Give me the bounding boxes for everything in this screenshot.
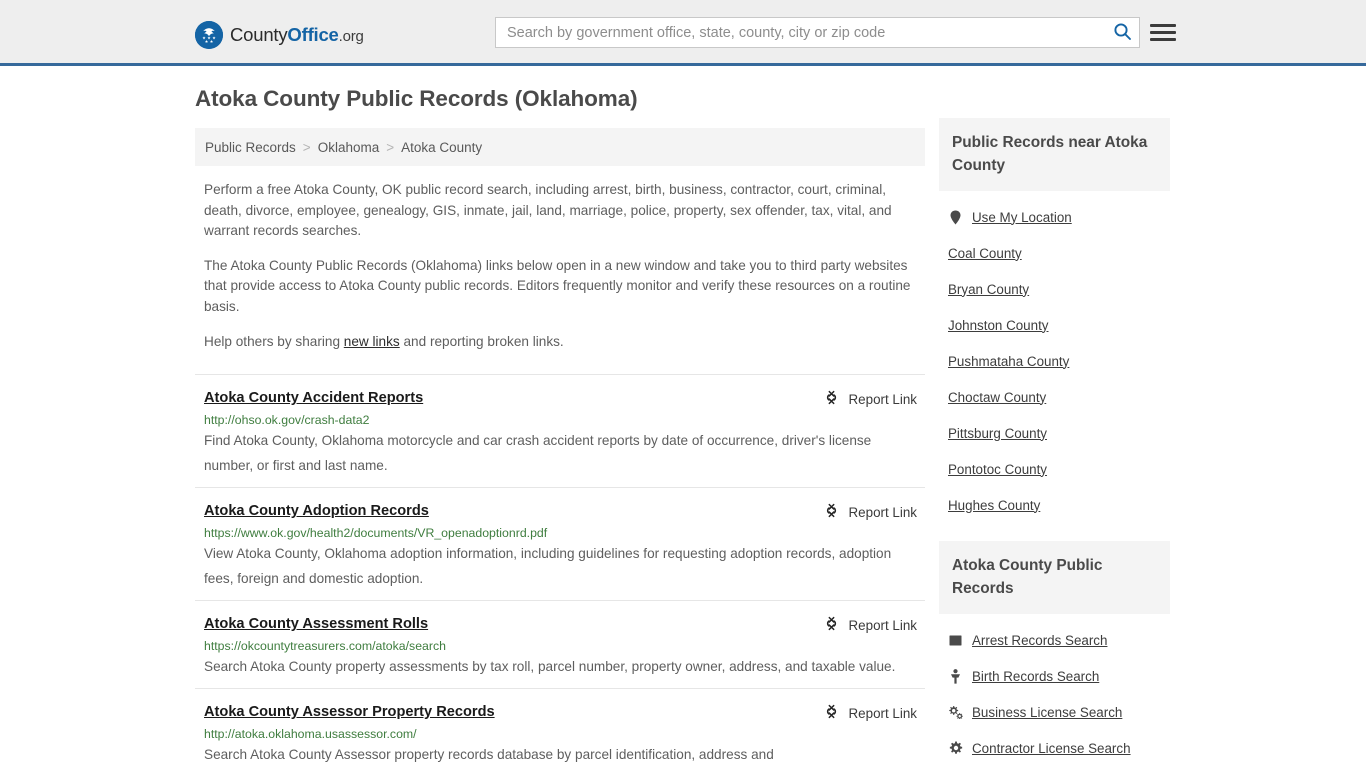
record-description: View Atoka County, Oklahoma adoption inf… bbox=[204, 546, 892, 587]
gears-icon bbox=[948, 705, 963, 719]
panel-heading: Atoka County Public Records bbox=[939, 541, 1170, 614]
fingerprint-square-icon bbox=[948, 634, 963, 647]
sidebar-item-pittsburg-county[interactable]: Pittsburg County bbox=[939, 415, 1170, 451]
record-url[interactable]: https://okcountytreasurers.com/atoka/sea… bbox=[204, 639, 925, 653]
baby-icon bbox=[948, 668, 963, 684]
broken-link-icon bbox=[823, 615, 840, 635]
record-item: Atoka County Accident Reports http://ohs… bbox=[195, 374, 925, 487]
panel-public-records-near: Public Records near Atoka County Use My … bbox=[939, 118, 1170, 523]
sidebar-link-label[interactable]: Business License Search bbox=[972, 705, 1122, 720]
map-pin-icon bbox=[948, 210, 963, 225]
record-url[interactable]: http://atoka.oklahoma.usassessor.com/ bbox=[204, 727, 925, 741]
report-link-label: Report Link bbox=[848, 391, 917, 407]
brand-part-office: Office bbox=[287, 24, 339, 45]
breadcrumb-item-atoka-county: Atoka County bbox=[401, 139, 483, 155]
report-link-button[interactable]: Report Link bbox=[823, 703, 917, 723]
sidebar-link-label[interactable]: Coal County bbox=[948, 246, 1022, 261]
eagle-seal-logo-icon bbox=[195, 21, 223, 49]
panel-atoka-county-public-records: Atoka County Public Records Arrest Recor… bbox=[939, 541, 1170, 768]
help-line-before: Help others by sharing bbox=[204, 333, 344, 349]
record-title-link[interactable]: Atoka County Assessor Property Records bbox=[204, 704, 495, 720]
sidebar-link-label[interactable]: Johnston County bbox=[948, 318, 1049, 333]
report-link-button[interactable]: Report Link bbox=[823, 389, 917, 409]
menu-bar-3 bbox=[1150, 37, 1176, 41]
site-logo[interactable]: CountyOffice.org bbox=[195, 21, 364, 49]
menu-bar-1 bbox=[1150, 23, 1176, 27]
sidebar-item-pushmataha-county[interactable]: Pushmataha County bbox=[939, 343, 1170, 379]
sidebar-item-hughes-county[interactable]: Hughes County bbox=[939, 487, 1170, 523]
sidebar-link-label[interactable]: Pontotoc County bbox=[948, 462, 1047, 477]
hamburger-menu-icon[interactable] bbox=[1150, 19, 1176, 45]
sidebar-link-label[interactable]: Pushmataha County bbox=[948, 354, 1069, 369]
brand-part-county: County bbox=[230, 24, 288, 45]
sidebar: Public Records near Atoka County Use My … bbox=[939, 118, 1170, 768]
sidebar-link-label[interactable]: Contractor License Search bbox=[972, 741, 1131, 756]
sidebar-item-arrest-records-search[interactable]: Arrest Records Search bbox=[939, 622, 1170, 658]
record-title-link[interactable]: Atoka County Adoption Records bbox=[204, 503, 429, 519]
help-line: Help others by sharing new links and rep… bbox=[204, 332, 918, 353]
report-link-label: Report Link bbox=[848, 617, 917, 633]
search-button[interactable] bbox=[1105, 18, 1139, 47]
intro-paragraph-2: The Atoka County Public Records (Oklahom… bbox=[204, 257, 911, 314]
sidebar-item-business-license-search[interactable]: Business License Search bbox=[939, 694, 1170, 730]
record-item: Atoka County Adoption Records https://ww… bbox=[195, 487, 925, 600]
help-line-after: and reporting broken links. bbox=[399, 333, 564, 349]
breadcrumb-item-oklahoma[interactable]: Oklahoma bbox=[318, 140, 380, 155]
site-header: CountyOffice.org bbox=[0, 0, 1366, 66]
record-item: Atoka County Assessment Rolls https://ok… bbox=[195, 600, 925, 688]
report-link-label: Report Link bbox=[848, 504, 917, 520]
record-url[interactable]: http://ohso.ok.gov/crash-data2 bbox=[204, 413, 925, 427]
breadcrumb-separator: > bbox=[302, 139, 311, 155]
panel-body: Use My Location Coal County Bryan County… bbox=[939, 191, 1170, 523]
intro-paragraph-1: Perform a free Atoka County, OK public r… bbox=[204, 182, 892, 239]
record-description: Find Atoka County, Oklahoma motorcycle a… bbox=[204, 433, 872, 474]
sidebar-link-label[interactable]: Bryan County bbox=[948, 282, 1029, 297]
record-description: Search Atoka County property assessments… bbox=[204, 659, 896, 675]
page-title: Atoka County Public Records (Oklahoma) bbox=[195, 86, 638, 111]
sidebar-item-coal-county[interactable]: Coal County bbox=[939, 235, 1170, 271]
record-url[interactable]: https://www.ok.gov/health2/documents/VR_… bbox=[204, 526, 925, 540]
sidebar-item-contractor-license-search[interactable]: Contractor License Search bbox=[939, 730, 1170, 766]
main-content: Atoka County Public Records (Oklahoma) P… bbox=[195, 86, 925, 768]
search-bar[interactable] bbox=[495, 17, 1140, 48]
new-links-link[interactable]: new links bbox=[344, 334, 400, 349]
broken-link-icon bbox=[823, 502, 840, 522]
site-logo-text: CountyOffice.org bbox=[230, 24, 364, 46]
broken-link-icon bbox=[823, 703, 840, 723]
broken-link-icon bbox=[823, 389, 840, 409]
sidebar-link-label[interactable]: Pittsburg County bbox=[948, 426, 1047, 441]
search-input[interactable] bbox=[496, 18, 1105, 47]
record-description: Search Atoka County Assessor property re… bbox=[204, 747, 774, 763]
record-item: Atoka County Assessor Property Records h… bbox=[195, 688, 925, 768]
menu-bar-2 bbox=[1150, 30, 1176, 34]
sidebar-item-johnston-county[interactable]: Johnston County bbox=[939, 307, 1170, 343]
report-link-button[interactable]: Report Link bbox=[823, 615, 917, 635]
sidebar-item-bryan-county[interactable]: Bryan County bbox=[939, 271, 1170, 307]
breadcrumb-item-public-records[interactable]: Public Records bbox=[205, 140, 296, 155]
sidebar-item-pontotoc-county[interactable]: Pontotoc County bbox=[939, 451, 1170, 487]
sidebar-link-label[interactable]: Hughes County bbox=[948, 498, 1040, 513]
gear-icon bbox=[948, 741, 963, 755]
panel-body: Arrest Records Search Birth Records Sear… bbox=[939, 614, 1170, 768]
search-icon bbox=[1113, 22, 1132, 44]
sidebar-item-choctaw-county[interactable]: Choctaw County bbox=[939, 379, 1170, 415]
sidebar-link-label[interactable]: Arrest Records Search bbox=[972, 633, 1107, 648]
record-title-link[interactable]: Atoka County Accident Reports bbox=[204, 390, 423, 406]
brand-part-org: .org bbox=[338, 28, 364, 45]
panel-heading: Public Records near Atoka County bbox=[939, 118, 1170, 191]
sidebar-link-label[interactable]: Use My Location bbox=[972, 210, 1072, 225]
record-list: Atoka County Accident Reports http://ohs… bbox=[195, 374, 925, 768]
record-title-link[interactable]: Atoka County Assessment Rolls bbox=[204, 616, 428, 632]
sidebar-item-use-my-location[interactable]: Use My Location bbox=[939, 199, 1170, 235]
sidebar-link-label[interactable]: Choctaw County bbox=[948, 390, 1046, 405]
report-link-button[interactable]: Report Link bbox=[823, 502, 917, 522]
sidebar-link-label[interactable]: Birth Records Search bbox=[972, 669, 1099, 684]
report-link-label: Report Link bbox=[848, 705, 917, 721]
breadcrumb: Public Records > Oklahoma > Atoka County bbox=[195, 128, 925, 166]
breadcrumb-separator: > bbox=[386, 139, 395, 155]
sidebar-item-birth-records-search[interactable]: Birth Records Search bbox=[939, 658, 1170, 694]
